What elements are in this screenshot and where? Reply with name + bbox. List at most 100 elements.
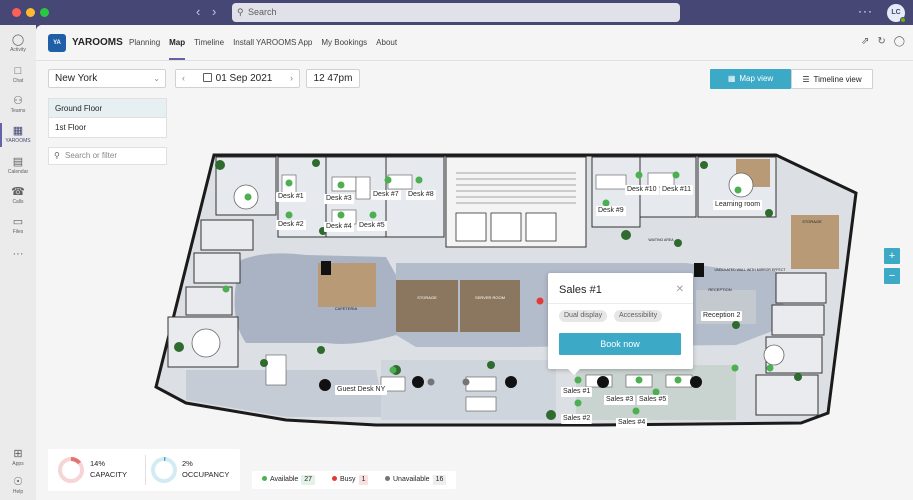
tab-install-app[interactable]: Install YAROOMS App	[233, 38, 312, 61]
legend-count: 1	[358, 475, 369, 485]
book-now-button[interactable]: Book now	[559, 333, 681, 355]
close-icon[interactable]: ✕	[676, 284, 684, 295]
tab-timeline[interactable]: Timeline	[194, 38, 224, 61]
date-picker[interactable]: ‹ 01 Sep 2021 ›	[175, 69, 300, 88]
minimize-window-button[interactable]	[26, 8, 35, 17]
map-view-label: Map view	[739, 74, 774, 83]
rail-label: Files	[12, 229, 24, 235]
close-window-button[interactable]	[12, 8, 21, 17]
desk-label[interactable]: Desk #11	[660, 185, 694, 195]
plan-text-storage: STORAGE	[417, 295, 437, 300]
desk-label[interactable]: Sales #3	[604, 395, 636, 405]
plan-text-reception: RECEPTION	[708, 287, 731, 292]
desk-label[interactable]: Sales #1	[561, 387, 593, 397]
yarooms-icon: ▦	[12, 125, 24, 137]
zoom-in-button[interactable]: +	[884, 248, 900, 264]
popup-divider	[548, 303, 693, 304]
prev-day-icon[interactable]: ‹	[182, 70, 185, 87]
legend-count: 16	[432, 475, 447, 485]
floor-list: Ground Floor 1st Floor	[48, 98, 167, 138]
desk-label[interactable]: Desk #7	[371, 190, 401, 200]
back-arrow-icon[interactable]: ‹	[196, 4, 200, 20]
available-dot-icon	[262, 476, 267, 481]
rail-label: Chat	[12, 78, 24, 84]
legend-available: Available 27	[262, 471, 316, 489]
time-value: 12 47pm	[313, 73, 353, 84]
rail-item-apps[interactable]: ⊞ Apps	[0, 443, 36, 473]
feature-chip: Dual display	[559, 310, 608, 322]
rail-item-activity[interactable]: ◯ Activity	[0, 29, 36, 59]
rail-item-chat[interactable]: □ Chat	[0, 60, 36, 90]
zoom-out-button[interactable]: −	[884, 268, 900, 284]
filter-input[interactable]: ⚲ Search or filter	[48, 147, 167, 165]
legend-count: 27	[301, 475, 316, 485]
desk-label[interactable]: Desk #3	[324, 194, 354, 204]
next-day-icon[interactable]: ›	[290, 70, 293, 87]
room-label[interactable]: Reception 2	[701, 311, 743, 321]
desk-label[interactable]: Sales #2	[561, 414, 593, 424]
list-icon: ☰	[802, 75, 810, 84]
desk-label[interactable]: Desk #5	[357, 221, 387, 231]
open-external-icon[interactable]: ⇗	[861, 36, 869, 47]
desk-label[interactable]: Desk #1	[276, 192, 306, 202]
rail-item-files[interactable]: ▭ Files	[0, 211, 36, 241]
app-tabs: Planning Map Timeline Install YAROOMS Ap…	[129, 38, 406, 61]
storage-room	[396, 280, 458, 332]
desk-label[interactable]: Desk #2	[276, 220, 306, 230]
calendar-icon: ▤	[12, 156, 24, 168]
tab-planning[interactable]: Planning	[129, 38, 160, 61]
desk-label[interactable]: Guest Desk NY	[335, 385, 388, 395]
floor-first[interactable]: 1st Floor	[49, 118, 166, 137]
popup-title: Sales #1	[559, 284, 602, 296]
app-rail: ◯ Activity □ Chat ⚇ Teams ▦ YAROOMS ▤ Ca…	[0, 25, 36, 500]
elevator-1	[455, 212, 487, 242]
plan-text-server-room: SERVER ROOM	[475, 295, 505, 300]
desk-label[interactable]: Desk #4	[324, 222, 354, 232]
server-room	[460, 280, 520, 332]
desk-label[interactable]: Desk #10	[625, 185, 659, 195]
global-search-input[interactable]: ⚲ Search	[232, 3, 680, 22]
teams-icon: ⚇	[13, 95, 23, 107]
brand-name: YAROOMS	[72, 37, 123, 48]
rail-item-calls[interactable]: ☎ Calls	[0, 181, 36, 211]
plan-text-cafeteria: CAFETERIA	[335, 306, 358, 311]
rail-item-teams[interactable]: ⚇ Teams	[0, 90, 36, 120]
plan-text-east-storage: STORAGE	[802, 219, 822, 224]
phone-icon: ☎	[11, 186, 25, 198]
forward-arrow-icon[interactable]: ›	[212, 4, 216, 20]
tab-map[interactable]: Map	[169, 38, 186, 61]
legend-label: Available	[270, 476, 299, 483]
desk-label[interactable]: Sales #5	[637, 395, 669, 405]
rail-item-calendar[interactable]: ▤ Calendar	[0, 151, 36, 181]
map-icon: ▦	[727, 74, 736, 83]
rail-more-apps[interactable]: ···	[0, 243, 36, 273]
elevator-2	[490, 212, 522, 242]
desk-label[interactable]: Sales #4	[616, 418, 648, 428]
rail-item-yarooms[interactable]: ▦ YAROOMS	[0, 120, 36, 150]
rail-label: Calls	[12, 199, 24, 205]
globe-icon[interactable]: ◯	[894, 36, 905, 47]
bell-icon: ◯	[11, 34, 25, 46]
maximize-window-button[interactable]	[40, 8, 49, 17]
tab-about[interactable]: About	[376, 38, 397, 61]
occupancy-percent: 2%	[182, 459, 193, 468]
timeline-view-button[interactable]: ☰ Timeline view	[791, 69, 873, 89]
user-avatar[interactable]: LC	[887, 4, 906, 23]
chevron-down-icon: ⌄	[153, 74, 160, 83]
floor-plan-map[interactable]: CAFETERIA STORAGE SERVER ROOM RECEPTION …	[36, 25, 913, 500]
room-label[interactable]: Learning room	[713, 200, 763, 210]
floor-ground[interactable]: Ground Floor	[49, 99, 166, 118]
location-select[interactable]: New York ⌄	[48, 69, 166, 88]
rail-item-help[interactable]: ☉ Help	[0, 471, 36, 500]
app-header: YA YAROOMS Planning Map Timeline Install…	[36, 25, 913, 61]
desk-label[interactable]: Desk #8	[406, 190, 436, 200]
refresh-icon[interactable]: ↻	[877, 36, 885, 47]
status-legend: Available 27 Busy 1 Unavailable 16	[252, 471, 456, 489]
desk-label[interactable]: Desk #9	[596, 206, 626, 216]
map-view-button[interactable]: ▦ Map view	[710, 69, 791, 89]
tab-my-bookings[interactable]: My Bookings	[321, 38, 367, 61]
plan-text-undulated-wall: UNDULATED WALL WITH MIRROR EFFECT	[714, 268, 786, 272]
chat-icon: □	[14, 65, 22, 77]
time-picker[interactable]: 12 47pm	[306, 69, 360, 88]
more-options-icon[interactable]: ···	[858, 4, 873, 18]
